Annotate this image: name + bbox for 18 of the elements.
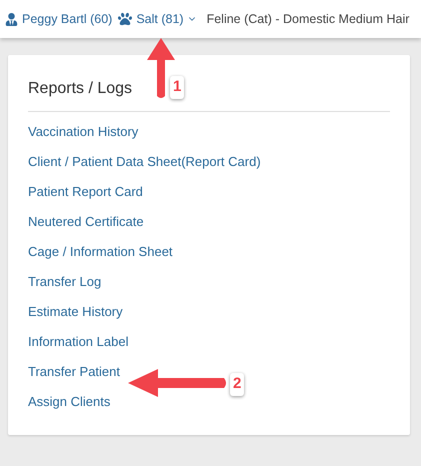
client-link[interactable]: Peggy Bartl (60) <box>22 10 112 28</box>
species-label: Feline (Cat) - Domestic Medium Hair <box>206 10 410 28</box>
report-link[interactable]: Neutered Certificate <box>28 212 144 231</box>
patient-dropdown[interactable]: Salt (81) <box>136 10 197 28</box>
report-link[interactable]: Vaccination History <box>28 122 138 141</box>
report-link[interactable]: Transfer Patient <box>28 362 120 381</box>
step-number: 1 <box>170 76 184 98</box>
arrow-annotation <box>146 38 176 100</box>
report-link[interactable]: Transfer Log <box>28 272 102 291</box>
report-link[interactable]: Patient Report Card <box>28 182 143 201</box>
person-icon <box>5 12 18 26</box>
report-link[interactable]: Information Label <box>28 332 128 351</box>
report-link[interactable]: Client / Patient Data Sheet(Report Card) <box>28 152 261 171</box>
report-link[interactable]: Assign Clients <box>28 392 110 411</box>
paw-icon <box>118 12 132 26</box>
step-number: 2 <box>230 373 244 396</box>
report-link[interactable]: Estimate History <box>28 302 123 321</box>
report-link[interactable]: Cage / Information Sheet <box>28 242 173 261</box>
